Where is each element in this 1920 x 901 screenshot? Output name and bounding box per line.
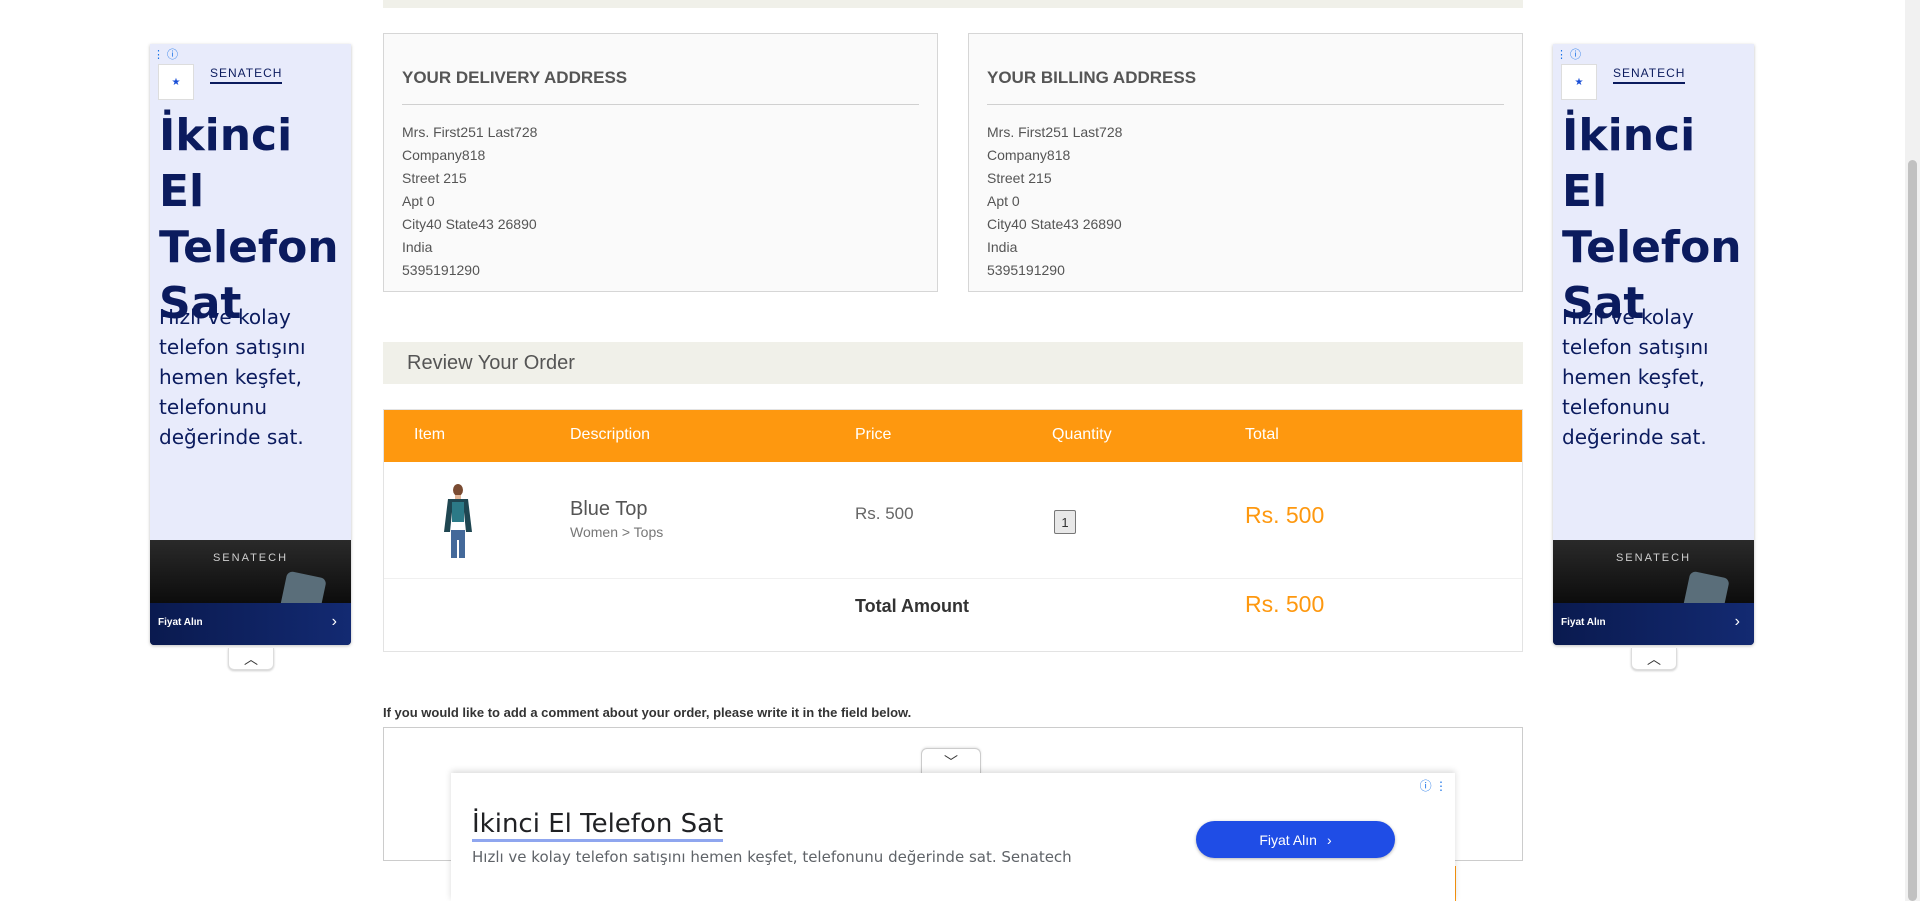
anchor-ad-description: Hızlı ve kolay telefon satışını hemen ke… <box>472 848 1072 866</box>
ad-banner[interactable]: SENATECH Fiyat Alın › <box>1553 540 1754 645</box>
order-table: Item Description Price Quantity Total Bl… <box>383 409 1523 652</box>
ad-headline[interactable]: İkinci El Telefon Sat <box>1562 108 1747 332</box>
ad-cta-bar[interactable]: Fiyat Alın › <box>150 603 351 645</box>
page-scrollbar[interactable] <box>1905 0 1920 901</box>
total-row: Total Amount Rs. 500 <box>384 579 1522 651</box>
senatech-logo: ★ <box>158 64 194 100</box>
delivery-company: Company818 <box>402 147 486 163</box>
ad-info-icon[interactable]: ⋮ ⓘ <box>1556 46 1581 62</box>
product-image[interactable] <box>438 482 478 562</box>
anchor-ad-title[interactable]: İkinci El Telefon Sat <box>472 809 724 842</box>
billing-name: Mrs. First251 Last728 <box>987 124 1123 140</box>
billing-country: India <box>987 239 1018 255</box>
delivery-address-box: YOUR DELIVERY ADDRESS Mrs. First251 Last… <box>383 33 938 292</box>
anchor-ad[interactable]: ⓘ ⋮ İkinci El Telefon Sat Hızlı ve kolay… <box>451 773 1455 901</box>
column-description: Description <box>570 426 651 443</box>
ad-description[interactable]: Hızlı ve kolay telefon satışını hemen ke… <box>1562 302 1742 452</box>
delivery-phone: 5395191290 <box>402 262 480 278</box>
anchor-ad-cta-button[interactable]: Fiyat Alın › <box>1196 821 1395 858</box>
ad-banner[interactable]: SENATECH Fiyat Alın › <box>150 540 351 645</box>
top-strip <box>383 0 1523 8</box>
left-side-ad[interactable]: ⋮ ⓘ ★ SENATECH İkinci El Telefon Sat Hız… <box>150 44 351 645</box>
billing-city-state-zip: City40 State43 26890 <box>987 216 1122 232</box>
chevron-right-icon: › <box>1326 831 1332 848</box>
collapse-ad-button[interactable]: ︿ <box>1631 648 1677 670</box>
ad-description[interactable]: Hızlı ve kolay telefon satışını hemen ke… <box>159 302 339 452</box>
chevron-right-icon: › <box>1734 613 1740 630</box>
total-amount-label: Total Amount <box>855 596 969 616</box>
column-price: Price <box>855 426 892 443</box>
review-order-heading: Review Your Order <box>383 342 1523 384</box>
delivery-street: Street 215 <box>402 170 467 186</box>
delivery-name: Mrs. First251 Last728 <box>402 124 538 140</box>
table-header: Item Description Price Quantity Total <box>384 410 1522 462</box>
ad-brand[interactable]: SENATECH <box>210 66 283 84</box>
billing-address-title: YOUR BILLING ADDRESS <box>987 68 1504 105</box>
ad-brand[interactable]: SENATECH <box>1613 66 1686 84</box>
chevron-up-icon: ︿ <box>1647 650 1661 667</box>
comment-label: If you would like to add a comment about… <box>383 705 912 720</box>
right-side-ad[interactable]: ⋮ ⓘ ★ SENATECH İkinci El Telefon Sat Hız… <box>1553 44 1754 645</box>
scrollbar-thumb[interactable] <box>1908 160 1917 901</box>
billing-apt: Apt 0 <box>987 193 1020 209</box>
product-name-link[interactable]: Blue Top <box>570 498 647 521</box>
table-row: Blue Top Women > Tops Rs. 500 1 Rs. 500 <box>384 462 1522 579</box>
ad-banner-brand: SENATECH <box>1615 552 1692 564</box>
ad-headline[interactable]: İkinci El Telefon Sat <box>159 108 344 332</box>
checkout-page: YOUR DELIVERY ADDRESS Mrs. First251 Last… <box>0 0 1920 901</box>
billing-company: Company818 <box>987 147 1071 163</box>
collapse-ad-button[interactable]: ︿ <box>228 648 274 670</box>
delivery-address-title: YOUR DELIVERY ADDRESS <box>402 68 919 105</box>
delivery-apt: Apt 0 <box>402 193 435 209</box>
column-total: Total <box>1245 426 1279 443</box>
senatech-logo: ★ <box>1561 64 1597 100</box>
product-price: Rs. 500 <box>855 504 914 523</box>
delivery-city-state-zip: City40 State43 26890 <box>402 216 537 232</box>
anchor-ad-toggle[interactable]: ﹀ <box>921 748 981 774</box>
ad-cta-bar[interactable]: Fiyat Alın › <box>1553 603 1754 645</box>
column-quantity: Quantity <box>1052 426 1112 443</box>
total-amount-value: Rs. 500 <box>1245 591 1325 617</box>
product-category: Women > Tops <box>570 524 664 540</box>
column-item: Item <box>414 426 446 443</box>
billing-street: Street 215 <box>987 170 1052 186</box>
chevron-down-icon: ﹀ <box>944 753 958 770</box>
ad-cta-label: Fiyat Alın <box>1561 617 1606 628</box>
quantity-button[interactable]: 1 <box>1054 510 1076 534</box>
anchor-ad-cta-label: Fiyat Alın <box>1259 831 1317 848</box>
billing-address-box: YOUR BILLING ADDRESS Mrs. First251 Last7… <box>968 33 1523 292</box>
chevron-up-icon: ︿ <box>244 650 258 667</box>
ad-info-icon[interactable]: ⋮ ⓘ <box>153 46 178 62</box>
billing-phone: 5395191290 <box>987 262 1065 278</box>
ad-info-icon[interactable]: ⓘ ⋮ <box>1420 777 1447 794</box>
delivery-country: India <box>402 239 433 255</box>
ad-cta-label: Fiyat Alın <box>158 617 203 628</box>
product-total: Rs. 500 <box>1245 502 1325 528</box>
chevron-right-icon: › <box>331 613 337 630</box>
ad-banner-brand: SENATECH <box>212 552 289 564</box>
